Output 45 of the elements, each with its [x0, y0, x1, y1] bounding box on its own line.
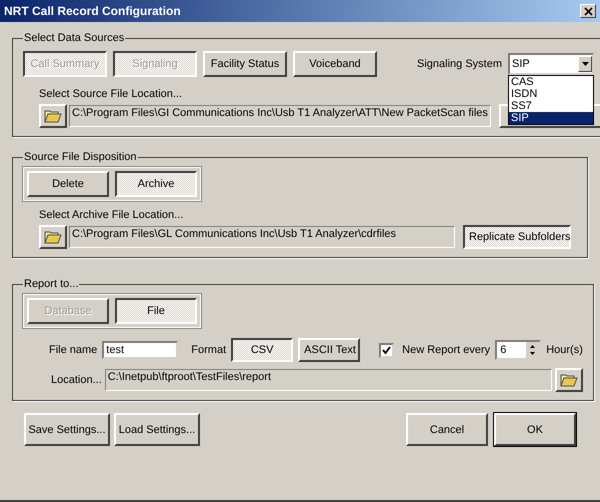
toggle-button[interactable]: CSV: [231, 338, 294, 362]
browse-button[interactable]: [39, 104, 67, 128]
browse-button[interactable]: [39, 225, 67, 249]
field-label: Format: [191, 344, 226, 356]
group-title: Select Data Sources: [23, 32, 126, 44]
checkbox-label: New Report every: [402, 344, 490, 356]
path-field[interactable]: C:\Inetpub\ftproot\TestFiles\report: [104, 369, 552, 391]
checkbox[interactable]: [379, 342, 394, 358]
folder-icon: [44, 230, 62, 244]
cancel-button[interactable]: Cancel: [406, 413, 488, 446]
dropdown-option[interactable]: SIP: [509, 112, 593, 124]
field-label: Location...: [51, 374, 102, 386]
check-icon: [382, 346, 392, 354]
folder-icon: [560, 373, 578, 387]
browse-button[interactable]: [554, 368, 583, 392]
settings-button[interactable]: Load Settings...: [114, 413, 200, 446]
dropdown-option[interactable]: SS7: [509, 100, 593, 112]
close-button[interactable]: [580, 4, 596, 18]
dropdown-option[interactable]: ISDN: [509, 88, 593, 100]
folder-icon: [44, 109, 62, 123]
field-label: Select Source File Location...: [39, 88, 182, 100]
window-title: NRT Call Record Configuration: [4, 4, 181, 18]
file-name-field[interactable]: test: [102, 341, 178, 359]
group-title: Report to...: [23, 278, 80, 290]
dropdown-option[interactable]: CAS: [509, 76, 593, 88]
path-field[interactable]: C:\Program Files\GI Communications Inc\Usb T1 Analyzer\ATT\New PacketScan files: [69, 105, 491, 127]
signaling-dropdown[interactable]: SIP: [508, 53, 594, 75]
caret-icon: [582, 62, 588, 66]
toggle-button[interactable]: Facility Status: [203, 51, 287, 77]
toggle-button[interactable]: Voiceband: [293, 51, 377, 77]
settings-button[interactable]: Save Settings...: [24, 413, 110, 446]
field-label: Select Archive File Location...: [39, 209, 184, 221]
field-label: File name: [49, 344, 98, 356]
toggle-button[interactable]: ASCII Text: [298, 338, 360, 362]
ok-button[interactable]: OK: [494, 413, 576, 446]
toggle-button[interactable]: Delete: [27, 171, 109, 197]
close-icon: [584, 6, 592, 16]
toggle-button[interactable]: Replicate Subfolders: [463, 225, 571, 249]
hours-spinner[interactable]: 6: [495, 340, 542, 360]
group-title: Source File Disposition: [23, 151, 138, 163]
toggle-button[interactable]: Archive: [115, 171, 197, 197]
field-label: Signaling System: [417, 58, 502, 70]
path-field[interactable]: C:\Program Files\GL Communications Inc\Usb T1 Analyzer\cdrfiles: [69, 226, 455, 248]
unit-label: Hour(s): [546, 344, 583, 356]
toggle-button[interactable]: File: [115, 298, 197, 324]
